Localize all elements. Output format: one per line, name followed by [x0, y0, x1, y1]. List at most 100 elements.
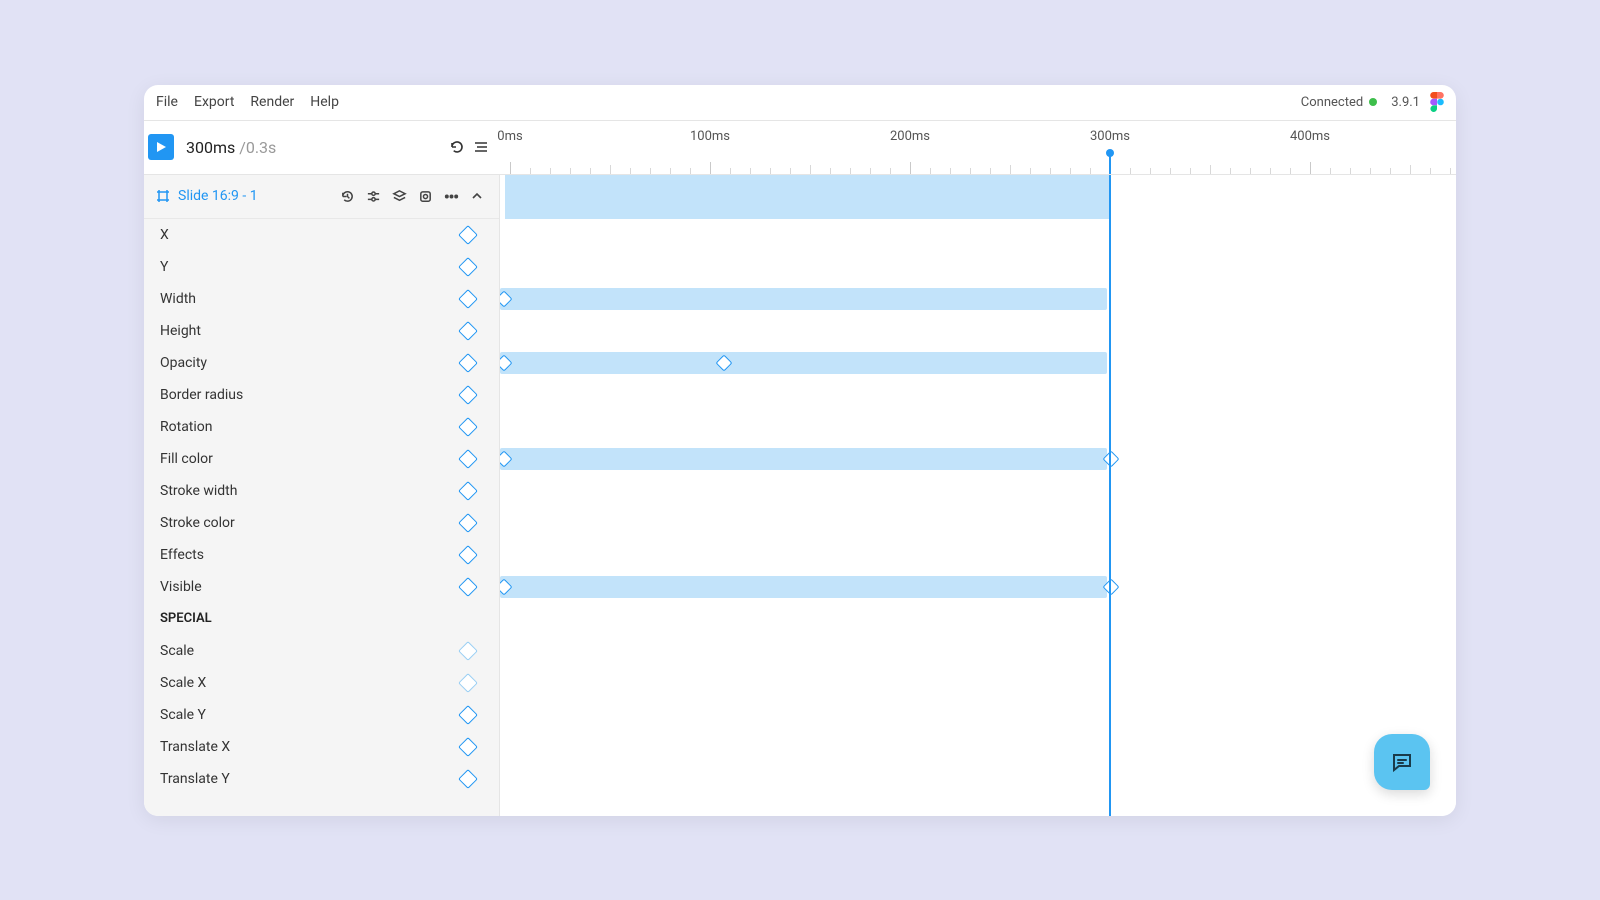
property-label: Opacity: [160, 355, 461, 371]
property-row[interactable]: Opacity: [144, 347, 499, 379]
property-label: Border radius: [160, 387, 461, 403]
status-label: Connected: [1301, 95, 1363, 110]
add-keyframe-button[interactable]: [458, 353, 478, 373]
track-row[interactable]: [500, 283, 1456, 315]
sidebar: Slide 16:9 - 1 XYWidthHeight Opacity Borde…: [144, 175, 500, 816]
property-label: Scale Y: [160, 707, 461, 723]
property-row[interactable]: Scale X: [144, 667, 499, 699]
add-keyframe-button[interactable]: [458, 385, 478, 405]
add-keyframe-button[interactable]: [458, 513, 478, 533]
property-label: Effects: [160, 547, 461, 563]
total-time: 0.3s: [246, 138, 276, 157]
ruler-label: 0ms: [497, 129, 522, 144]
track-row[interactable]: [500, 251, 1456, 283]
clip[interactable]: [500, 352, 1107, 374]
figma-logo-icon: [1430, 92, 1444, 112]
property-row[interactable]: Effects: [144, 539, 499, 571]
easing-icon[interactable]: [363, 186, 383, 206]
property-row[interactable]: Visible: [144, 571, 499, 603]
layer-header[interactable]: Slide 16:9 - 1: [144, 175, 499, 219]
property-row[interactable]: Scale: [144, 635, 499, 667]
add-keyframe-button[interactable]: [458, 321, 478, 341]
status-dot-icon: [1369, 98, 1377, 106]
track-row[interactable]: [500, 443, 1456, 475]
add-keyframe-button[interactable]: [458, 225, 478, 245]
loop-icon[interactable]: [448, 138, 466, 156]
add-keyframe-button[interactable]: [458, 737, 478, 757]
version-label: 3.9.1: [1391, 95, 1420, 110]
track-row[interactable]: [500, 635, 1456, 667]
menu-file[interactable]: File: [148, 90, 186, 114]
track-row[interactable]: [500, 763, 1456, 795]
menu-export[interactable]: Export: [186, 90, 242, 114]
property-row[interactable]: Translate X: [144, 731, 499, 763]
add-keyframe-button[interactable]: [458, 449, 478, 469]
more-icon[interactable]: [441, 186, 461, 206]
add-keyframe-button[interactable]: [458, 481, 478, 501]
property-row[interactable]: Translate Y: [144, 763, 499, 795]
playback-settings-icon[interactable]: [472, 138, 490, 156]
track-row-layer[interactable]: [500, 175, 1456, 219]
clip[interactable]: [500, 288, 1107, 310]
add-keyframe-button[interactable]: [458, 417, 478, 437]
property-row[interactable]: Border radius: [144, 379, 499, 411]
add-keyframe-button[interactable]: [458, 705, 478, 725]
add-keyframe-button[interactable]: [458, 641, 478, 661]
property-row[interactable]: Stroke color: [144, 507, 499, 539]
property-label: Scale X: [160, 675, 461, 691]
clip[interactable]: [500, 448, 1107, 470]
property-row[interactable]: X: [144, 219, 499, 251]
property-label: SPECIAL: [160, 611, 483, 626]
track-row[interactable]: [500, 667, 1456, 699]
add-keyframe-button[interactable]: [458, 289, 478, 309]
add-keyframe-button[interactable]: [458, 769, 478, 789]
current-time: 300ms: [186, 138, 235, 157]
property-row[interactable]: Stroke width: [144, 475, 499, 507]
track-row[interactable]: [500, 411, 1456, 443]
frame-icon: [156, 189, 170, 203]
property-row[interactable]: Y: [144, 251, 499, 283]
app-window: File Export Render Help Connected 3.9.1: [144, 85, 1456, 816]
property-row[interactable]: Height: [144, 315, 499, 347]
history-icon[interactable]: [337, 186, 357, 206]
menu-help[interactable]: Help: [302, 90, 347, 114]
property-row[interactable]: Scale Y: [144, 699, 499, 731]
track-row[interactable]: [500, 379, 1456, 411]
track-row[interactable]: [500, 603, 1456, 635]
track-row[interactable]: [500, 699, 1456, 731]
track-row[interactable]: [500, 507, 1456, 539]
track-row[interactable]: [500, 539, 1456, 571]
ruler-label: 400ms: [1290, 129, 1330, 144]
property-list: XYWidthHeight Opacity Border radius Rotatio…: [144, 219, 499, 816]
toolbar: 300ms /0.3s 0ms100ms200ms300ms400ms: [144, 121, 1456, 175]
property-row[interactable]: Rotation: [144, 411, 499, 443]
add-keyframe-button[interactable]: [458, 545, 478, 565]
clip[interactable]: [500, 576, 1107, 598]
property-label: Scale: [160, 643, 461, 659]
play-button[interactable]: [148, 134, 174, 160]
property-label: Translate X: [160, 739, 461, 755]
ruler[interactable]: 0ms100ms200ms300ms400ms: [500, 121, 1456, 174]
track-row[interactable]: [500, 475, 1456, 507]
menu-render[interactable]: Render: [242, 90, 302, 114]
add-keyframe-button[interactable]: [458, 257, 478, 277]
main: Slide 16:9 - 1 XYWidthHeight Opacity Borde…: [144, 175, 1456, 816]
add-keyframe-button[interactable]: [458, 673, 478, 693]
property-label: X: [160, 227, 461, 243]
collapse-icon[interactable]: [467, 186, 487, 206]
property-row[interactable]: Fill color: [144, 443, 499, 475]
layers-icon[interactable]: [389, 186, 409, 206]
track-row[interactable]: [500, 731, 1456, 763]
track-row[interactable]: [500, 347, 1456, 379]
target-icon[interactable]: [415, 186, 435, 206]
chat-button[interactable]: [1374, 734, 1430, 790]
property-label: Stroke color: [160, 515, 461, 531]
timeline[interactable]: [500, 175, 1456, 816]
track-row[interactable]: [500, 571, 1456, 603]
track-row[interactable]: [500, 315, 1456, 347]
property-row[interactable]: Width: [144, 283, 499, 315]
add-keyframe-button[interactable]: [458, 577, 478, 597]
property-label: Rotation: [160, 419, 461, 435]
track-row[interactable]: [500, 219, 1456, 251]
layer-clip[interactable]: [505, 175, 1109, 219]
